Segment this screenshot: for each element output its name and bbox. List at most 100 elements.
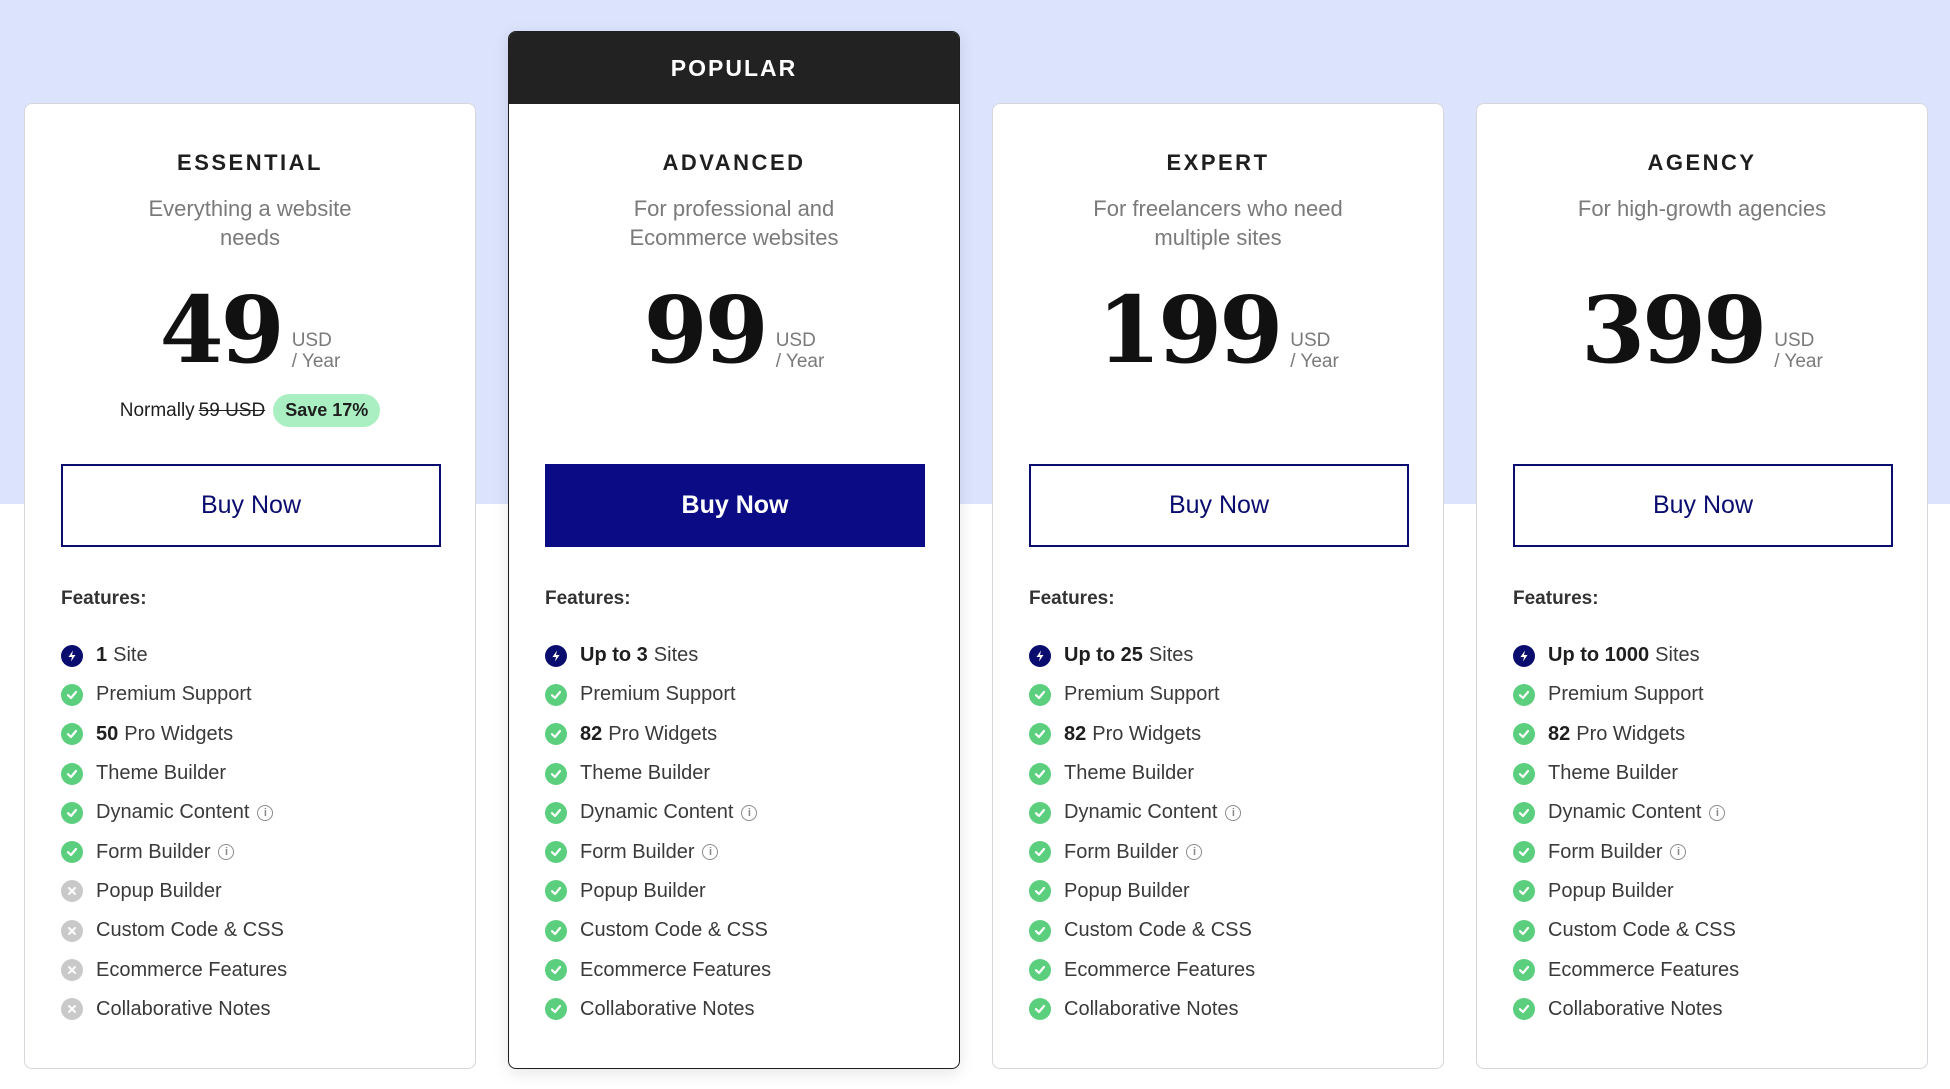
feature-label: Ecommerce Features	[580, 958, 772, 981]
info-icon[interactable]: i	[1709, 804, 1726, 821]
price-currency: USD	[775, 330, 816, 351]
price-period: / Year	[1774, 351, 1823, 372]
price-row: 399 USD / Year	[1477, 284, 1927, 376]
features-label: Features:	[545, 588, 631, 609]
feature-label: Collaborative Notes	[1064, 997, 1239, 1020]
feature-item: Form Builder i	[61, 832, 455, 871]
plan-description-line: For high-growth agencies	[1577, 196, 1827, 221]
feature-label: Collaborative Notes	[1548, 997, 1723, 1020]
price-currency: USD	[1774, 330, 1815, 351]
feature-label: Premium Support	[580, 683, 736, 706]
feature-item: Premium Support	[545, 675, 939, 714]
feature-label: Dynamic Content	[580, 801, 734, 824]
feature-item: Theme Builder	[1513, 754, 1907, 793]
check-icon	[1029, 919, 1051, 942]
price-period: / Year	[775, 351, 825, 372]
feature-label: Dynamic Content	[96, 801, 250, 824]
info-icon[interactable]: i	[702, 844, 719, 861]
plan-description-line: For professional and	[633, 196, 835, 221]
buy-now-button[interactable]: Buy Now	[1029, 464, 1409, 547]
original-price: 59 USD	[198, 399, 266, 421]
feature-highlight: 50	[96, 722, 119, 745]
price-period: / Year	[291, 351, 341, 372]
bolt-icon	[61, 644, 83, 667]
feature-item: Dynamic Content i	[1513, 793, 1907, 832]
feature-label: Form Builder	[1064, 840, 1179, 863]
feature-item: Ecommerce Features	[545, 950, 939, 989]
check-icon	[545, 998, 567, 1021]
feature-list: Up to 1000 Sites Premium Support 82 Pro Widg…	[1513, 636, 1907, 1029]
feature-item: Theme Builder	[61, 754, 455, 793]
feature-label: Ecommerce Features	[1064, 958, 1256, 981]
feature-item: Theme Builder	[545, 754, 939, 793]
cross-icon	[61, 919, 83, 942]
check-icon	[1513, 880, 1535, 903]
info-icon[interactable]: i	[257, 804, 274, 821]
plan-name: AGENCY	[1647, 150, 1757, 175]
check-icon	[1029, 723, 1051, 746]
feature-label: Popup Builder	[1064, 879, 1190, 902]
features-label: Features:	[61, 588, 147, 609]
feature-item: Collaborative Notes	[1029, 990, 1423, 1029]
check-icon	[1029, 683, 1051, 706]
check-icon	[1029, 841, 1051, 864]
price-row: 199 USD / Year	[993, 284, 1443, 376]
info-icon[interactable]: i	[1186, 844, 1203, 861]
feature-item: Custom Code & CSS	[61, 911, 455, 950]
price-amount: 99	[643, 276, 769, 384]
plan-description: For high-growth agencies	[1537, 194, 1867, 223]
check-icon	[1513, 998, 1535, 1021]
feature-highlight: 82	[1548, 722, 1571, 745]
feature-label: Form Builder	[96, 840, 211, 863]
info-icon[interactable]: i	[218, 844, 235, 861]
plan-description: For freelancers who need multiple sites	[1053, 194, 1383, 252]
feature-item: Dynamic Content i	[545, 793, 939, 832]
buy-now-button[interactable]: Buy Now	[545, 464, 925, 547]
feature-item: 82 Pro Widgets	[1513, 715, 1907, 754]
price-unit: USD / Year	[776, 330, 825, 372]
check-icon	[1513, 762, 1535, 785]
popular-ribbon: POPULAR	[509, 32, 959, 104]
feature-label: Popup Builder	[1548, 879, 1674, 902]
buy-now-button[interactable]: Buy Now	[1513, 464, 1893, 547]
bolt-icon	[545, 644, 567, 667]
check-icon	[545, 762, 567, 785]
feature-highlight: Up to 1000	[1548, 644, 1650, 667]
feature-item: Custom Code & CSS	[1513, 911, 1907, 950]
feature-label: Custom Code & CSS	[96, 919, 284, 942]
feature-label: Theme Builder	[96, 762, 227, 785]
feature-highlight: 1	[96, 644, 108, 667]
check-icon	[1029, 998, 1051, 1021]
feature-label: Popup Builder	[580, 879, 706, 902]
check-icon	[61, 801, 83, 824]
feature-label: Ecommerce Features	[1548, 958, 1740, 981]
info-icon[interactable]: i	[1225, 804, 1242, 821]
feature-label: Sites	[1148, 644, 1194, 667]
check-icon	[545, 801, 567, 824]
plan-description-line: Everything a website	[148, 196, 352, 221]
check-icon	[1513, 919, 1535, 942]
check-icon	[1029, 762, 1051, 785]
bolt-icon	[1029, 644, 1051, 667]
cross-icon	[61, 959, 83, 982]
price-unit: USD / Year	[1774, 330, 1823, 372]
info-icon[interactable]: i	[1670, 844, 1687, 861]
feature-label: Custom Code & CSS	[1064, 919, 1252, 942]
plan-name: ADVANCED	[662, 150, 806, 175]
price-period: / Year	[1290, 351, 1339, 372]
check-icon	[545, 919, 567, 942]
info-icon[interactable]: i	[741, 804, 758, 821]
check-icon	[1029, 880, 1051, 903]
feature-item: Collaborative Notes	[61, 990, 455, 1029]
price-amount: 199	[1097, 276, 1283, 384]
feature-label: Theme Builder	[1064, 762, 1195, 785]
buy-now-button[interactable]: Buy Now	[61, 464, 441, 547]
plan-card-advanced: POPULAR ADVANCED For professional and Ec…	[508, 31, 960, 1069]
cross-icon	[61, 998, 83, 1021]
feature-label: Premium Support	[1064, 683, 1220, 706]
feature-label: Popup Builder	[96, 879, 222, 902]
feature-item: Popup Builder	[1029, 872, 1423, 911]
feature-item: Up to 1000 Sites	[1513, 636, 1907, 675]
plan-name: EXPERT	[1166, 150, 1270, 175]
feature-label: Custom Code & CSS	[1548, 919, 1736, 942]
